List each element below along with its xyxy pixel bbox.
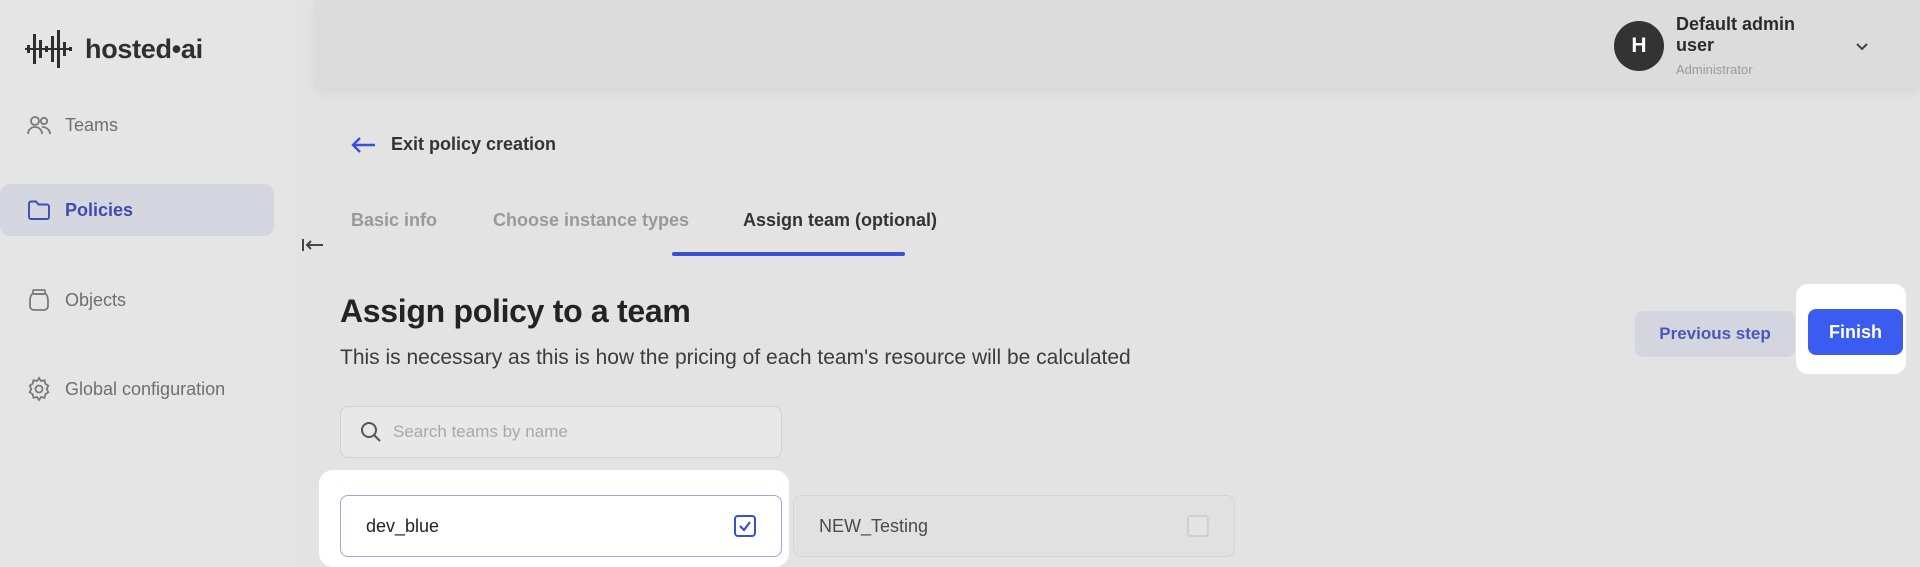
hosted-ai-logo-icon [25,30,72,68]
team-name: NEW_Testing [819,515,929,536]
tab-assign-team[interactable]: Assign team (optional) [743,210,937,248]
sidebar-item-label: Policies [65,199,134,220]
users-icon [25,111,53,139]
sidebar-item-label: Global configuration [65,378,226,399]
sidebar: hosted•ai Teams Policies Objects Global … [0,0,295,567]
brand-name: hosted•ai [85,33,203,64]
user-name: Default admin user [1676,14,1796,55]
team-checkbox[interactable] [1187,515,1209,537]
sidebar-item-objects[interactable]: Objects [0,274,274,326]
chevron-down-icon [1856,42,1868,50]
jar-icon [25,286,53,314]
exit-policy-creation-label: Exit policy creation [391,134,557,154]
tab-basic-info[interactable]: Basic info [351,210,437,248]
exit-policy-creation-link[interactable]: Exit policy creation [351,134,556,155]
user-menu[interactable]: H Default admin user Administrator [1614,14,1872,77]
team-name: dev_blue [366,515,440,536]
team-card-new-testing[interactable]: NEW_Testing [793,495,1235,557]
search-input[interactable] [393,422,773,442]
previous-step-button[interactable]: Previous step [1635,311,1795,357]
sidebar-item-teams[interactable]: Teams [0,99,274,151]
brand-logo[interactable]: hosted•ai [23,26,203,72]
finish-button-highlight: Finish [1796,284,1906,374]
team-search-box [340,406,782,458]
user-role: Administrator [1676,62,1753,77]
tab-choose-instance-types[interactable]: Choose instance types [493,210,689,248]
folder-icon [25,196,53,224]
gear-icon [25,375,53,403]
sidebar-item-global-configuration[interactable]: Global configuration [0,363,274,415]
sidebar-item-label: Objects [65,289,127,310]
sidebar-item-policies[interactable]: Policies [0,184,274,236]
page-subtitle: This is necessary as this is how the pri… [340,346,1131,369]
team-checkbox[interactable] [734,515,756,537]
team-card-dev-blue[interactable]: dev_blue [340,495,782,557]
sidebar-item-label: Teams [65,114,119,135]
avatar: H [1614,20,1664,71]
top-header: H Default admin user Administrator [315,0,1920,88]
main-content: Exit policy creation Basic info Choose i… [315,88,1920,567]
finish-button[interactable]: Finish [1808,309,1903,355]
arrow-left-icon [351,136,375,153]
active-tab-indicator [672,252,905,256]
page-title: Assign policy to a team [340,293,691,329]
checkmark-icon [739,521,751,532]
search-icon [361,422,381,442]
user-info: Default admin user Administrator [1676,14,1836,77]
